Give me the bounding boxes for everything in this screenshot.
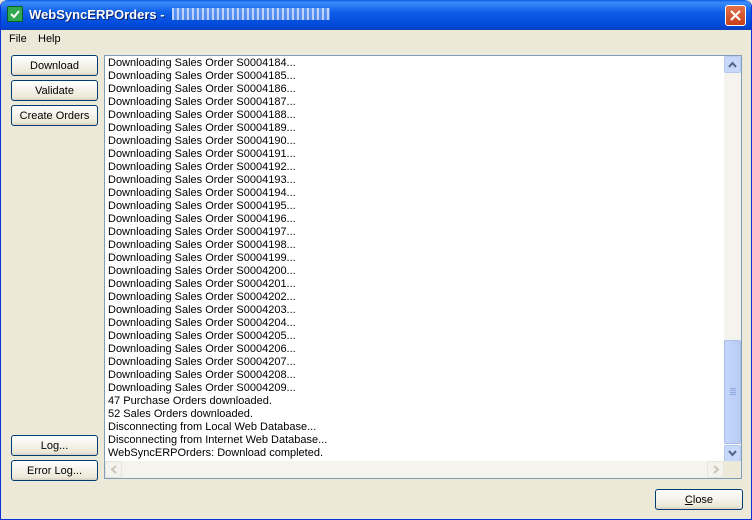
scroll-left-button[interactable]: [105, 461, 122, 478]
log-line: Downloading Sales Order S0004198...: [108, 239, 296, 251]
log-line: Downloading Sales Order S0004185...: [108, 70, 296, 82]
menu-file[interactable]: File: [9, 33, 27, 45]
window-title-obscured-suffix: [172, 8, 331, 20]
log-line: Downloading Sales Order S0004187...: [108, 96, 296, 108]
log-line: WebSyncERPOrders: Download completed.: [108, 447, 324, 459]
window-close-button[interactable]: [725, 5, 746, 26]
log-lines: Downloading Sales Order S0004184... Downl…: [108, 57, 722, 460]
log-line: Downloading Sales Order S0004191...: [108, 148, 296, 160]
window-title: WebSyncERPOrders -: [29, 7, 331, 22]
arrow-right-icon: [713, 465, 720, 474]
arrow-left-icon: [110, 465, 117, 474]
log-line: Downloading Sales Order S0004190...: [108, 135, 296, 147]
scroll-up-button[interactable]: [724, 56, 741, 73]
app-check-icon: [7, 6, 23, 22]
log-line: Downloading Sales Order S0004209...: [108, 382, 296, 394]
menu-bar: File Help: [1, 30, 751, 49]
arrow-up-icon: [728, 61, 737, 68]
create-orders-button[interactable]: Create Orders: [11, 105, 98, 126]
log-line: Downloading Sales Order S0004193...: [108, 174, 296, 186]
log-line: Downloading Sales Order S0004207...: [108, 356, 296, 368]
vertical-scroll-thumb[interactable]: [724, 340, 741, 444]
close-button-rest: lose: [692, 493, 714, 506]
main-window: WebSyncERPOrders - File Help Download Va…: [0, 0, 752, 520]
title-bar[interactable]: WebSyncERPOrders -: [1, 0, 751, 30]
log-line: Downloading Sales Order S0004189...: [108, 122, 296, 134]
log-line: Downloading Sales Order S0004203...: [108, 304, 296, 316]
close-button-accel: C: [684, 493, 693, 506]
log-line: Downloading Sales Order S0004200...: [108, 265, 296, 277]
log-output[interactable]: Downloading Sales Order S0004184... Downl…: [104, 55, 742, 479]
window-title-name: WebSyncERPOrders: [29, 7, 157, 22]
arrow-down-icon: [728, 450, 737, 457]
validate-button[interactable]: Validate: [11, 80, 98, 101]
log-button[interactable]: Log...: [11, 435, 98, 456]
log-line: Downloading Sales Order S0004202...: [108, 291, 296, 303]
log-line: Disconnecting from Local Web Database...: [108, 421, 317, 433]
log-line: Downloading Sales Order S0004192...: [108, 161, 296, 173]
log-line: Downloading Sales Order S0004196...: [108, 213, 296, 225]
log-line: Disconnecting from Internet Web Database…: [108, 434, 328, 446]
error-log-button[interactable]: Error Log...: [11, 460, 98, 481]
log-line: Downloading Sales Order S0004197...: [108, 226, 296, 238]
close-x-icon: [730, 10, 741, 21]
window-title-separator: -: [160, 7, 165, 22]
log-line: Downloading Sales Order S0004205...: [108, 330, 296, 342]
log-line: Downloading Sales Order S0004201...: [108, 278, 296, 290]
log-line: Downloading Sales Order S0004204...: [108, 317, 296, 329]
scroll-right-button[interactable]: [707, 461, 724, 478]
close-button[interactable]: Close: [655, 489, 743, 510]
log-line: Downloading Sales Order S0004186...: [108, 83, 296, 95]
log-line: 47 Purchase Orders downloaded.: [108, 395, 272, 407]
log-line: Downloading Sales Order S0004206...: [108, 343, 296, 355]
log-line: Downloading Sales Order S0004208...: [108, 369, 296, 381]
vertical-scrollbar[interactable]: [724, 56, 741, 462]
log-line: Downloading Sales Order S0004195...: [108, 200, 296, 212]
log-line: 52 Sales Orders downloaded.: [108, 408, 253, 420]
scroll-down-button[interactable]: [724, 445, 741, 462]
scroll-corner: [724, 461, 741, 478]
download-button[interactable]: Download: [11, 55, 98, 76]
horizontal-scrollbar[interactable]: [105, 461, 724, 478]
log-line: Downloading Sales Order S0004188...: [108, 109, 296, 121]
log-line: Downloading Sales Order S0004184...: [108, 57, 296, 69]
log-line: Downloading Sales Order S0004194...: [108, 187, 296, 199]
menu-help[interactable]: Help: [38, 33, 61, 45]
log-line: Downloading Sales Order S0004199...: [108, 252, 296, 264]
